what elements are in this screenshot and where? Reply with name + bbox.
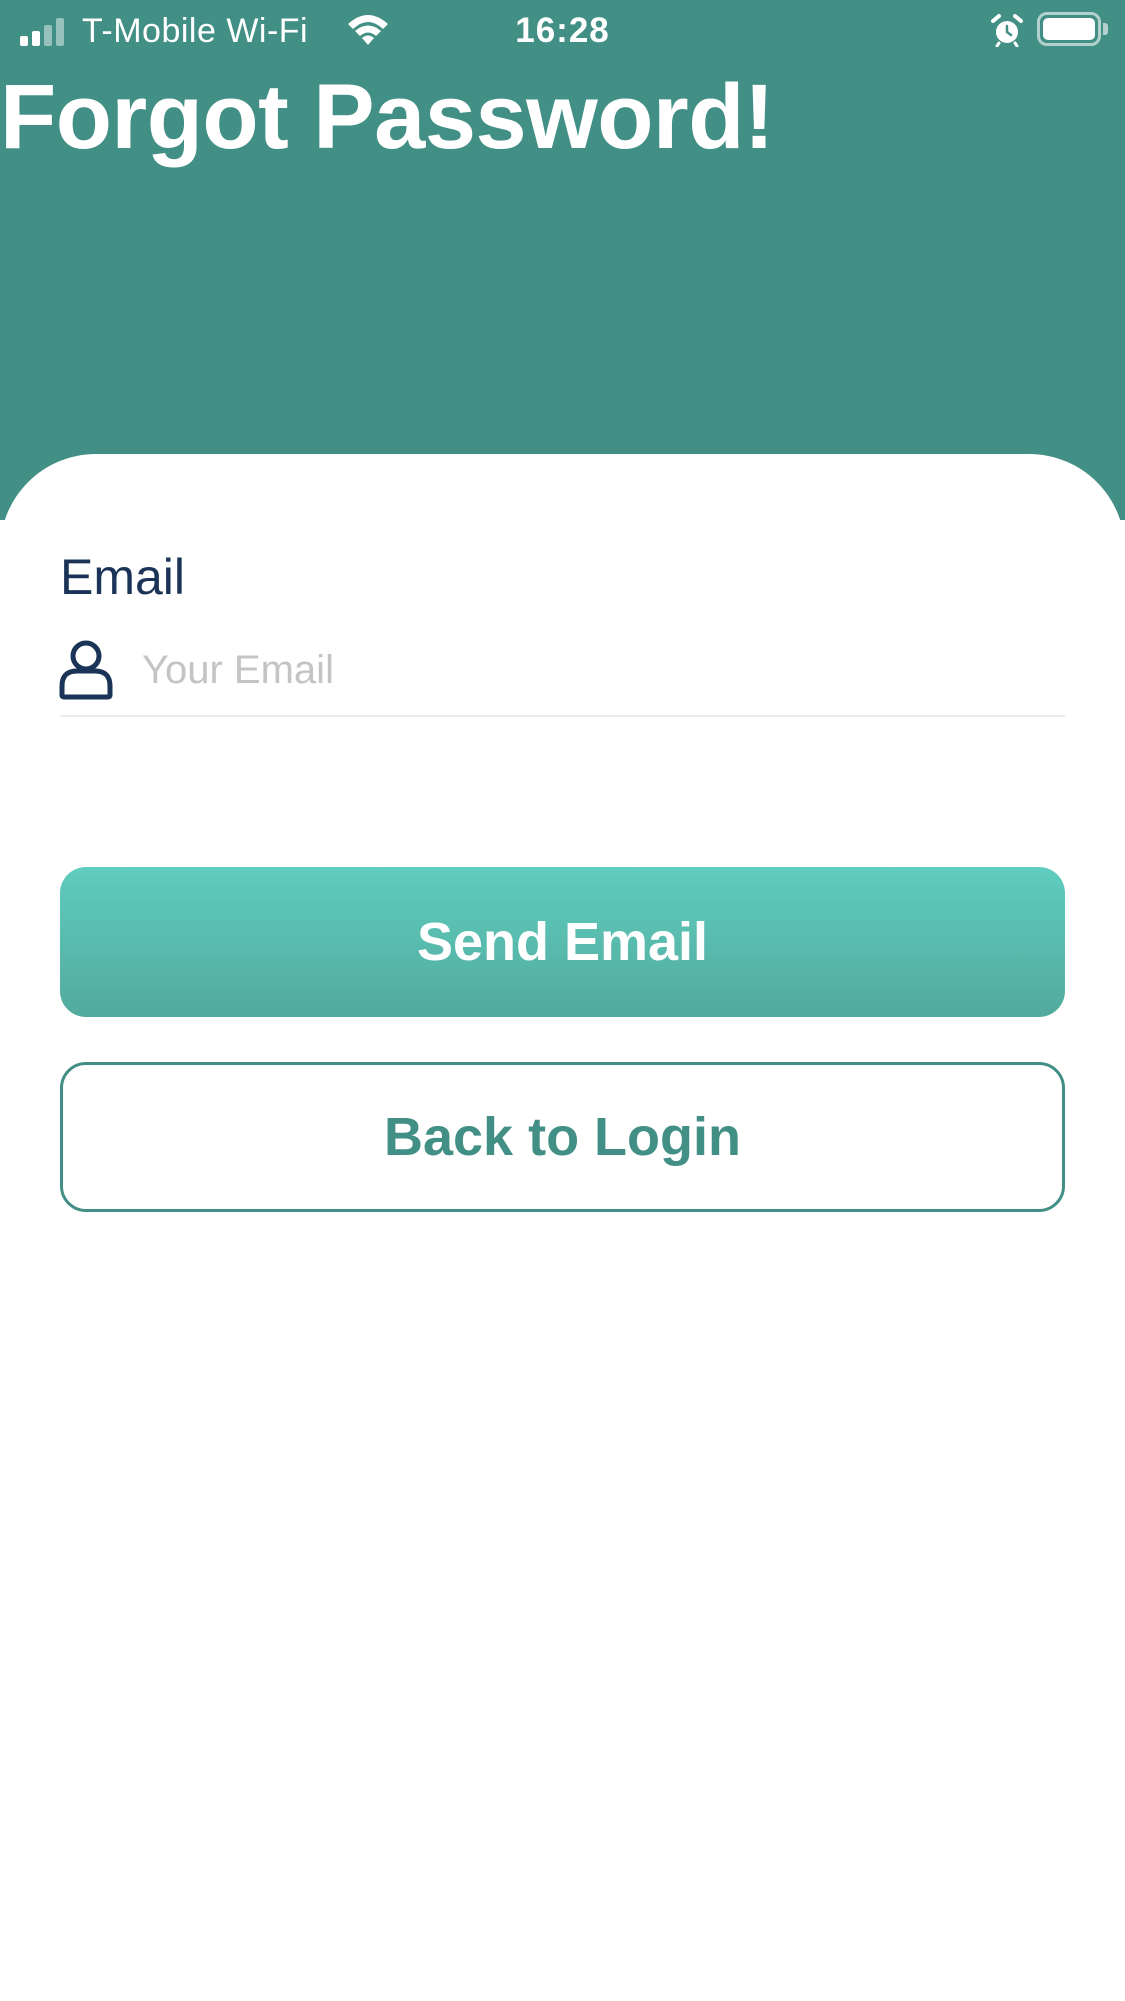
status-time: 16:28	[515, 11, 610, 50]
email-underline	[60, 715, 1065, 717]
send-email-label: Send Email	[416, 912, 709, 972]
battery-icon	[1037, 12, 1101, 46]
user-icon	[59, 640, 113, 700]
send-email-button[interactable]: Send Email	[60, 867, 1065, 1017]
battery-cap	[1103, 23, 1108, 35]
email-input[interactable]	[142, 638, 1062, 702]
page-title: Forgot Password!	[0, 66, 775, 168]
email-label: Email	[60, 549, 186, 605]
alarm-icon	[991, 14, 1023, 47]
back-to-login-button[interactable]: Back to Login	[60, 1062, 1065, 1212]
back-to-login-label: Back to Login	[383, 1107, 741, 1167]
forgot-password-screen: T-Mobile Wi-Fi 16:28 Forgot Password! Em…	[0, 0, 1125, 2001]
status-bar: T-Mobile Wi-Fi 16:28	[0, 0, 1125, 62]
